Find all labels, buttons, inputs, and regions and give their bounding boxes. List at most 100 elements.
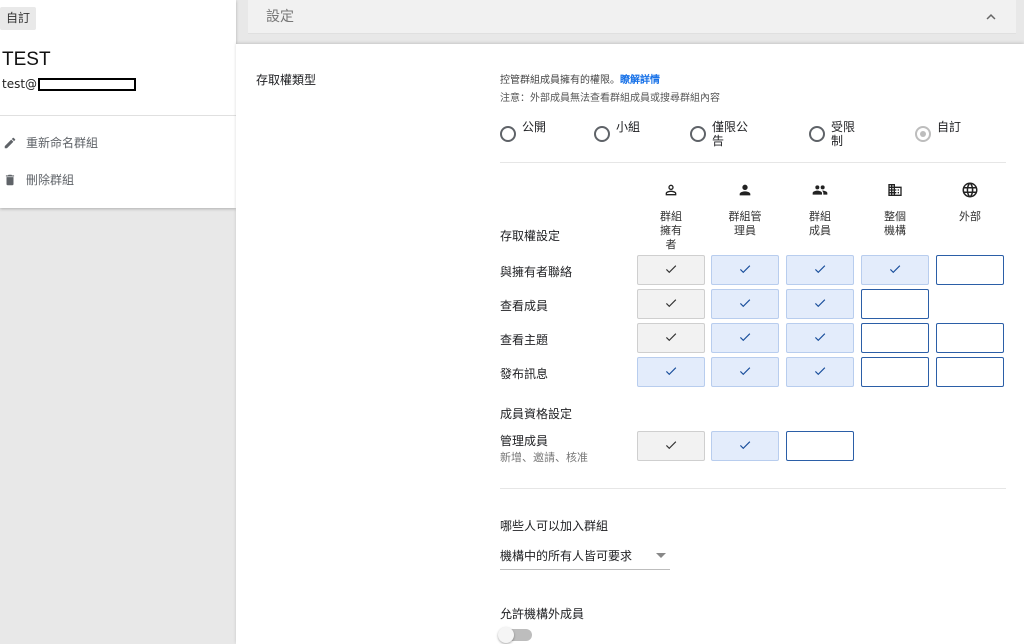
join-title: 哪些人可以加入群組 (500, 519, 609, 533)
rename-group-button[interactable]: 重新命名群組 (2, 134, 98, 151)
check-icon (813, 295, 827, 314)
globe-icon (936, 180, 1004, 200)
description-text: 控管群組成員擁有的權限。 (500, 75, 620, 86)
radio-custom[interactable]: 自訂 (915, 120, 963, 142)
radio-announcement-only[interactable]: 僅限公告 (690, 120, 754, 148)
radio-label: 受限制 (831, 120, 856, 148)
check-icon (738, 261, 752, 280)
person-outline-icon (637, 180, 705, 200)
delete-group-button[interactable]: 刪除群組 (2, 171, 74, 188)
permission-cell[interactable] (711, 289, 779, 319)
radio-restricted[interactable]: 受限制 (809, 120, 857, 148)
divider (0, 115, 236, 116)
building-icon (861, 180, 929, 200)
section-label: 存取權類型 (256, 73, 317, 87)
rename-group-label: 重新命名群組 (26, 136, 99, 150)
radio-circle[interactable] (809, 126, 825, 142)
permission-cell[interactable] (861, 357, 929, 387)
column-group-owners: 群組擁有者 (637, 180, 705, 252)
check-icon (738, 295, 752, 314)
divider (500, 162, 1006, 163)
check-icon (738, 437, 752, 456)
permission-cell[interactable] (786, 255, 854, 285)
row-sublabel-manage-members: 新增、邀請、核准 (500, 451, 588, 464)
join-dropdown[interactable]: 機構中的所有人皆可要求 (500, 541, 670, 570)
manage-members-cell[interactable] (711, 431, 779, 461)
row-label-manage-members: 管理成員 (500, 434, 549, 448)
permission-cell[interactable] (936, 323, 1004, 353)
permission-cell[interactable] (711, 323, 779, 353)
membership-settings-title: 成員資格設定 (500, 407, 573, 421)
permission-cell[interactable] (711, 255, 779, 285)
radio-team[interactable]: 小組 (594, 120, 642, 142)
column-label: 整個機構 (884, 210, 906, 237)
row-label-post-messages: 發布訊息 (500, 367, 549, 381)
caret-down-icon (656, 552, 666, 558)
row-label-contact-owners: 與擁有者聯絡 (500, 265, 573, 279)
radio-label: 公開 (522, 120, 547, 134)
radio-circle[interactable] (500, 126, 516, 142)
chevron-up-icon[interactable] (982, 8, 1000, 26)
group-name: TEST (2, 49, 51, 70)
row-label-view-topics: 查看主題 (500, 333, 549, 347)
check-icon (738, 363, 752, 382)
permission-cell[interactable] (861, 289, 929, 319)
learn-more-link[interactable]: 瞭解詳情 (620, 75, 660, 86)
permission-cell[interactable] (861, 323, 929, 353)
manage-members-cell[interactable] (786, 431, 854, 461)
group-info-panel: 自訂 TEST test@ 重新命名群組 刪除群組 (0, 0, 236, 208)
group-type-badge: 自訂 (0, 7, 37, 30)
access-note: 注意：外部成員無法查看群組成員或搜尋群組內容 (500, 93, 720, 104)
toggle-knob[interactable] (498, 627, 514, 643)
check-icon (888, 261, 902, 280)
check-icon (664, 363, 678, 382)
permission-cell[interactable] (637, 323, 705, 353)
radio-label: 小組 (616, 120, 641, 134)
check-icon (738, 329, 752, 348)
join-dropdown-value: 機構中的所有人皆可要求 (500, 548, 633, 563)
permission-cell[interactable] (786, 323, 854, 353)
permission-cell[interactable] (936, 255, 1004, 285)
allow-external-toggle[interactable] (498, 627, 532, 643)
group-email: test@ (2, 77, 137, 91)
radio-circle[interactable] (690, 126, 706, 142)
radio-label: 自訂 (937, 120, 962, 134)
access-settings-title: 存取權設定 (500, 229, 561, 243)
settings-title: 設定 (266, 9, 294, 25)
column-label: 群組擁有者 (660, 210, 682, 251)
redaction-box (38, 77, 137, 91)
column-group-managers: 群組管理員 (711, 180, 779, 238)
permission-cell[interactable] (637, 255, 705, 285)
check-icon (813, 363, 827, 382)
allow-external-title: 允許機構外成員 (500, 607, 585, 621)
permission-cell[interactable] (936, 357, 1004, 387)
check-icon (664, 295, 678, 314)
access-settings-panel: 存取權類型 控管群組成員擁有的權限。瞭解詳情 注意：外部成員無法查看群組成員或搜… (236, 44, 1024, 644)
column-label: 群組管理員 (728, 210, 762, 237)
permission-cell[interactable] (786, 289, 854, 319)
permission-cell[interactable] (861, 255, 929, 285)
column-entire-org: 整個機構 (861, 180, 929, 238)
permission-cell[interactable] (637, 357, 705, 387)
radio-public[interactable]: 公開 (500, 120, 548, 142)
trash-icon (2, 172, 18, 188)
permission-cell[interactable] (637, 289, 705, 319)
radio-circle[interactable] (594, 126, 610, 142)
divider (500, 488, 1006, 489)
column-label: 外部 (959, 210, 981, 223)
check-icon (813, 329, 827, 348)
pencil-icon (2, 135, 18, 151)
settings-header[interactable]: 設定 (248, 0, 1016, 34)
person-icon (711, 180, 779, 200)
check-icon (813, 261, 827, 280)
row-label-view-members: 查看成員 (500, 299, 549, 313)
permission-cell[interactable] (711, 357, 779, 387)
column-label: 群組成員 (809, 210, 831, 237)
radio-label: 僅限公告 (712, 120, 749, 148)
check-icon (664, 329, 678, 348)
permission-cell[interactable] (786, 357, 854, 387)
access-description: 控管群組成員擁有的權限。瞭解詳情 (500, 71, 660, 86)
manage-members-cell[interactable] (637, 431, 705, 461)
delete-group-label: 刪除群組 (26, 173, 75, 187)
radio-circle[interactable] (915, 126, 931, 142)
